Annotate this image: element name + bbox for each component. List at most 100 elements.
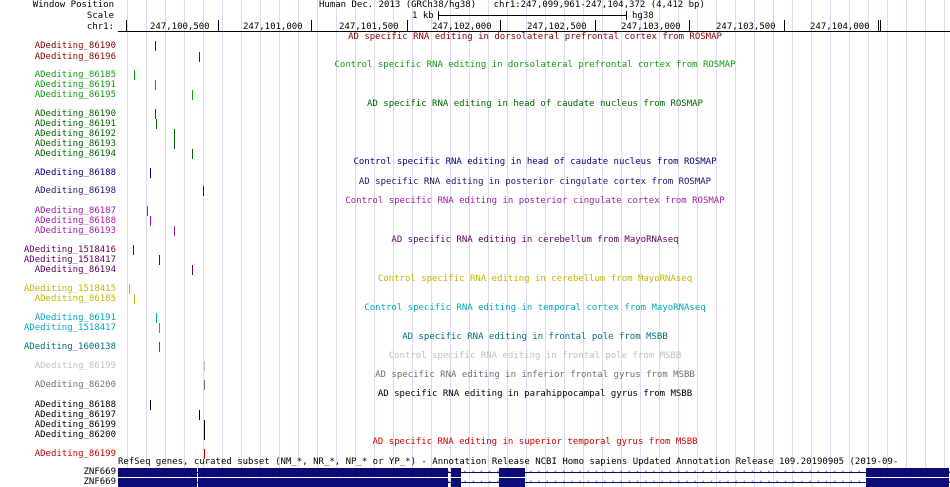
scale-db: hg38 xyxy=(632,11,654,21)
feature-label[interactable]: ADediting_86190 xyxy=(35,109,116,119)
ruler-position-tick xyxy=(218,20,219,31)
scale-value: 1 kb xyxy=(412,11,434,21)
ruler-tick-end xyxy=(880,20,881,31)
feature-mark[interactable] xyxy=(203,186,204,196)
feature-label[interactable]: ADediting_86190 xyxy=(35,41,116,51)
feature-mark[interactable] xyxy=(150,400,151,410)
ruler-position-tick xyxy=(407,20,408,31)
track-title[interactable]: AD specific RNA editing in posterior cin… xyxy=(120,177,950,187)
feature-mark[interactable] xyxy=(150,216,151,226)
gene-exon xyxy=(198,478,448,487)
track-title[interactable]: AD specific RNA editing in cerebellum fr… xyxy=(120,235,950,245)
gene-label[interactable]: ZNF669 xyxy=(83,467,116,477)
feature-mark[interactable] xyxy=(147,206,148,216)
track-title[interactable]: AD specific RNA editing in parahippocamp… xyxy=(120,389,950,399)
feature-label[interactable]: ADediting_86194 xyxy=(35,265,116,275)
ruler-position-tick xyxy=(500,20,501,31)
track-title[interactable]: AD specific RNA editing in superior temp… xyxy=(120,437,950,447)
scale-label: Scale xyxy=(86,11,114,21)
track-title[interactable]: Control specific RNA editing in temporal… xyxy=(120,303,950,313)
feature-label[interactable]: ADediting_1518417 xyxy=(24,323,116,333)
ruler-position-tick xyxy=(595,20,596,31)
feature-label[interactable]: ADediting_86185 xyxy=(35,294,116,304)
feature-label[interactable]: ADediting_86195 xyxy=(35,90,116,100)
track-title[interactable]: Control specific RNA editing in head of … xyxy=(120,157,950,167)
track-title[interactable]: Control specific RNA editing in cerebell… xyxy=(120,274,950,284)
feature-label[interactable]: ADediting_86185 xyxy=(35,70,116,80)
feature-label[interactable]: ADediting_86191 xyxy=(35,119,116,129)
feature-label[interactable]: ADediting_86188 xyxy=(35,168,116,178)
feature-mark[interactable] xyxy=(155,41,156,51)
ruler-position-label: 247,102,000 xyxy=(432,22,492,32)
feature-mark[interactable] xyxy=(174,139,175,149)
window-position-label: Window Position xyxy=(32,0,114,10)
chrom-label: chr1: xyxy=(86,22,114,32)
gene-exon xyxy=(451,478,461,487)
feature-label[interactable]: ADediting_86196 xyxy=(35,52,116,62)
ruler-position-label: 247,103,500 xyxy=(716,22,776,32)
feature-mark[interactable] xyxy=(155,80,156,90)
gene-exon xyxy=(118,478,197,487)
feature-label[interactable]: ADediting_86191 xyxy=(35,80,116,90)
scale-bar-right-tick xyxy=(626,11,627,20)
ruler-position-label: 247,100,500 xyxy=(150,22,210,32)
feature-mark[interactable] xyxy=(159,255,160,265)
gene-exon xyxy=(451,468,461,477)
feature-label[interactable]: ADediting_1600138 xyxy=(24,342,116,352)
gene-exon xyxy=(866,468,949,477)
feature-label[interactable]: ADediting_86199 xyxy=(35,420,116,430)
feature-label[interactable]: ADediting_86188 xyxy=(35,400,116,410)
track-title[interactable]: AD specific RNA editing in frontal pole … xyxy=(120,332,950,342)
feature-label[interactable]: ADediting_86187 xyxy=(35,206,116,216)
feature-label[interactable]: ADediting_86188 xyxy=(35,216,116,226)
window-position-text: Human Dec. 2013 (GRCh38/hg38) chr1:247,0… xyxy=(319,0,705,10)
feature-label[interactable]: ADediting_1518416 xyxy=(24,245,116,255)
feature-label[interactable]: ADediting_86200 xyxy=(35,380,116,390)
feature-mark[interactable] xyxy=(133,245,134,255)
feature-mark[interactable] xyxy=(134,70,135,80)
ruler-position-label: 247,101,500 xyxy=(339,22,399,32)
feature-label[interactable]: ADediting_86199 xyxy=(35,361,116,371)
feature-label[interactable]: ADediting_86193 xyxy=(35,226,116,236)
feature-label[interactable]: ADediting_86197 xyxy=(35,410,116,420)
track-title[interactable]: Control specific RNA editing in frontal … xyxy=(120,351,950,361)
ruler-position-label: 247,104,000 xyxy=(810,22,870,32)
feature-mark[interactable] xyxy=(156,119,157,129)
gene-exon xyxy=(499,478,525,487)
ruler-position-tick xyxy=(878,20,879,31)
feature-label[interactable]: ADediting_86198 xyxy=(35,186,116,196)
feature-label[interactable]: ADediting_86199 xyxy=(35,449,116,459)
feature-label[interactable]: ADediting_86193 xyxy=(35,139,116,149)
feature-mark[interactable] xyxy=(129,284,130,294)
feature-mark[interactable] xyxy=(204,420,205,430)
window-range: chr1:247,099,961-247,104,372 (4,412 bp) xyxy=(493,0,705,10)
gene-model[interactable]: ‹‹‹‹‹‹‹‹‹‹‹‹‹‹‹‹‹‹‹‹‹‹‹‹‹‹‹‹‹‹‹‹‹‹‹‹‹‹‹‹… xyxy=(118,468,950,477)
feature-label[interactable]: ADediting_1518415 xyxy=(24,284,116,294)
refseq-track-title[interactable]: RefSeq genes, curated subset (NM_*, NR_*… xyxy=(118,457,950,467)
feature-label[interactable]: ADediting_86192 xyxy=(35,129,116,139)
track-title[interactable]: Control specific RNA editing in posterio… xyxy=(120,196,950,206)
genome-browser-image[interactable]: Window Position Scale chr1: Human Dec. 2… xyxy=(0,0,950,487)
track-title[interactable]: Control specific RNA editing in dorsolat… xyxy=(120,60,950,70)
track-title[interactable]: AD specific RNA editing in dorsolateral … xyxy=(120,32,950,42)
feature-label[interactable]: ADediting_86200 xyxy=(35,430,116,440)
feature-mark[interactable] xyxy=(156,313,157,323)
gene-model[interactable]: ‹‹‹‹‹‹‹‹‹‹‹‹‹‹‹‹‹‹‹‹‹‹‹‹‹‹‹‹‹‹‹‹‹‹‹‹‹‹‹‹… xyxy=(118,478,950,487)
feature-mark[interactable] xyxy=(174,129,175,139)
feature-label[interactable]: ADediting_1518417 xyxy=(24,255,116,265)
track-title[interactable]: AD specific RNA editing in inferior fron… xyxy=(120,370,950,380)
scale-bar-left-tick xyxy=(438,11,439,20)
ruler-position-label: 247,103,000 xyxy=(621,22,681,32)
feature-mark[interactable] xyxy=(199,410,200,420)
feature-mark[interactable] xyxy=(155,109,156,119)
feature-label[interactable]: ADediting_86191 xyxy=(35,313,116,323)
ruler-position-tick xyxy=(784,20,785,31)
scale-bar xyxy=(438,15,627,16)
gene-exon xyxy=(499,468,525,477)
gene-exon xyxy=(198,468,448,477)
ruler-position-tick xyxy=(311,20,312,31)
gene-label[interactable]: ZNF669 xyxy=(83,477,116,487)
feature-label[interactable]: ADediting_86194 xyxy=(35,149,116,159)
ruler-tick-start xyxy=(126,20,127,31)
track-title[interactable]: AD specific RNA editing in head of cauda… xyxy=(120,99,950,109)
